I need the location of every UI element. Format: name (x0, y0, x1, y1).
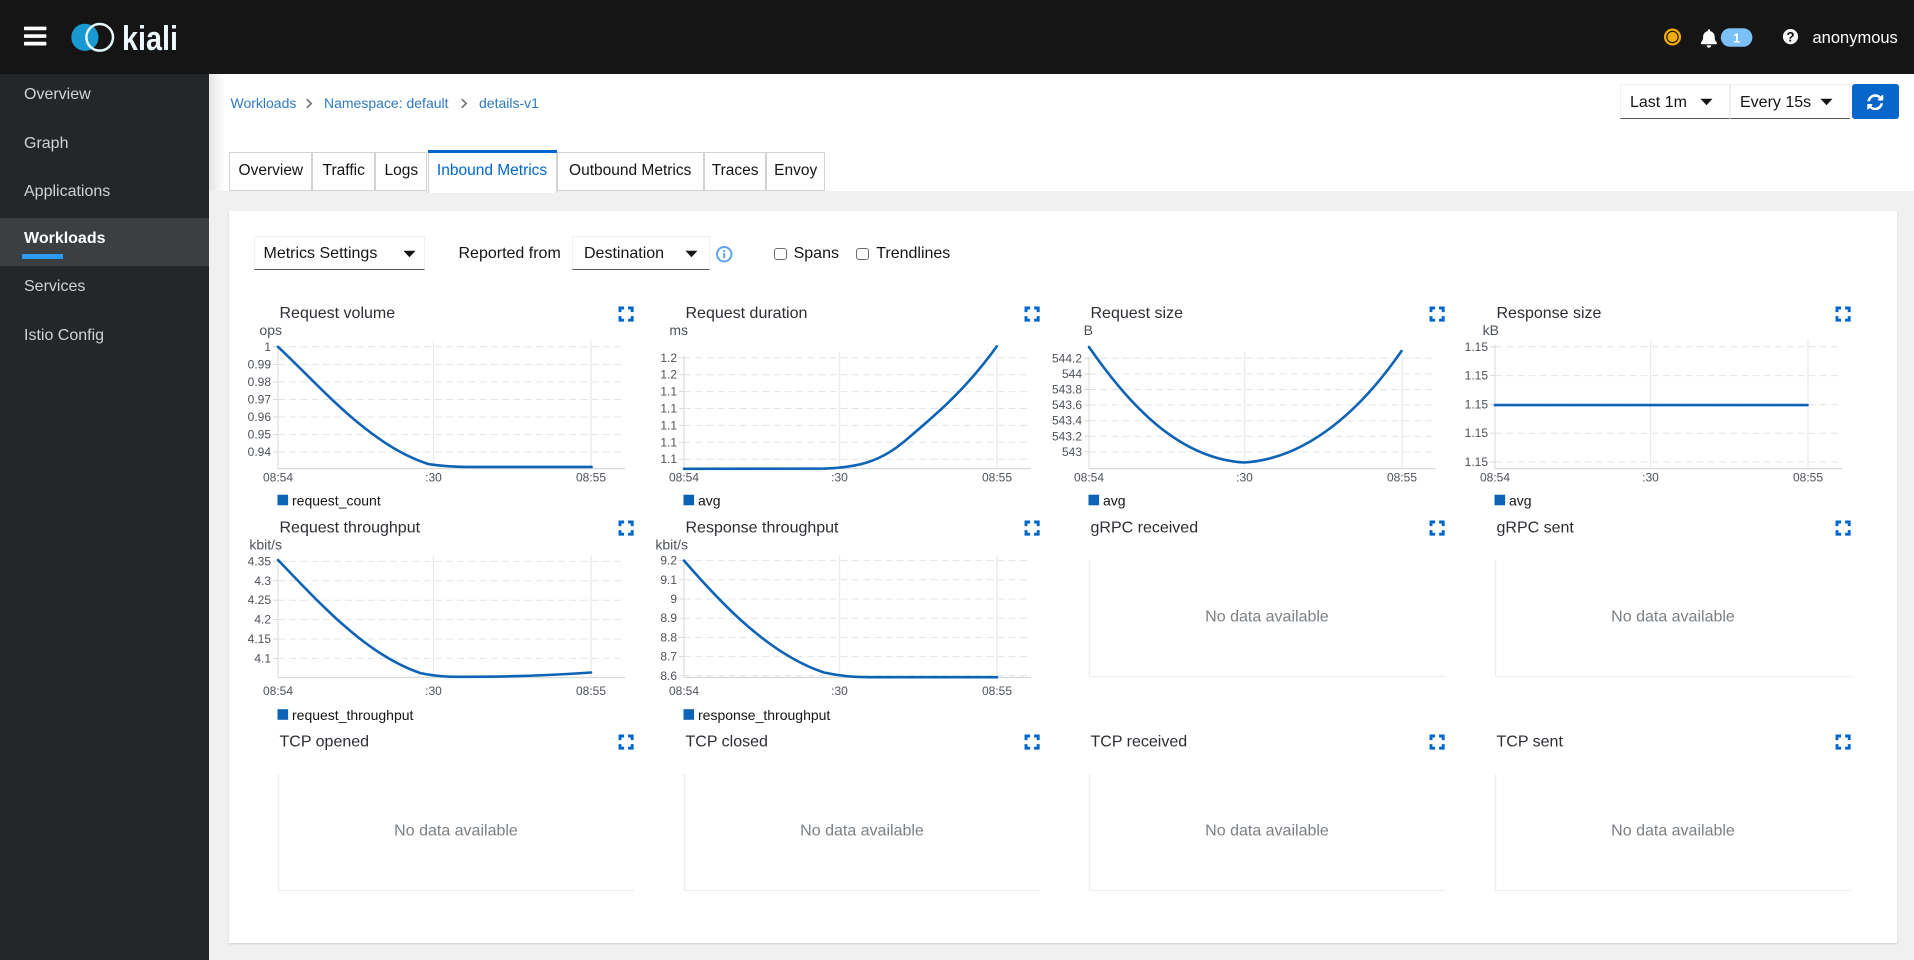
svg-text:Request duration: Request duration (685, 305, 807, 322)
svg-text:TCP sent: TCP sent (1496, 734, 1563, 751)
svg-text:4.25: 4.25 (248, 593, 272, 607)
svg-text:4.3: 4.3 (254, 574, 271, 588)
svg-text:08:54: 08:54 (1074, 471, 1104, 485)
svg-text:ops: ops (259, 322, 282, 338)
svg-text:1.1: 1.1 (660, 452, 677, 466)
svg-text::30: :30 (831, 684, 848, 698)
svg-text:8.7: 8.7 (660, 650, 677, 664)
svg-text:1.15: 1.15 (1464, 397, 1488, 411)
svg-text:4.15: 4.15 (248, 632, 272, 646)
svg-text:0.95: 0.95 (248, 428, 272, 442)
svg-text:1.15: 1.15 (1464, 369, 1488, 383)
svg-text:TCP opened: TCP opened (280, 734, 370, 751)
svg-text:08:55: 08:55 (576, 471, 606, 485)
svg-text:TCP closed: TCP closed (685, 734, 767, 751)
svg-text:1.2: 1.2 (660, 351, 677, 365)
svg-text::30: :30 (831, 471, 848, 485)
svg-text:9.1: 9.1 (660, 573, 677, 587)
svg-text:08:54: 08:54 (668, 684, 698, 698)
svg-text:1.1: 1.1 (660, 435, 677, 449)
svg-text:No data available: No data available (1205, 823, 1329, 840)
svg-text:08:54: 08:54 (1479, 471, 1509, 485)
svg-text:avg: avg (698, 493, 721, 509)
svg-text:Response throughput: Response throughput (685, 520, 839, 537)
svg-text:1.2: 1.2 (660, 368, 677, 382)
svg-text:1.15: 1.15 (1464, 340, 1488, 354)
svg-text:543.4: 543.4 (1052, 414, 1082, 428)
svg-text:TCP received: TCP received (1091, 734, 1188, 751)
svg-text:kbit/s: kbit/s (655, 537, 688, 553)
svg-text:No data available: No data available (394, 823, 518, 840)
svg-text:8.9: 8.9 (660, 611, 677, 625)
svg-text:0.96: 0.96 (248, 410, 272, 424)
svg-text:kbit/s: kbit/s (249, 537, 282, 553)
svg-text::30: :30 (425, 684, 442, 698)
svg-text:543: 543 (1062, 445, 1082, 459)
svg-text:08:55: 08:55 (576, 684, 606, 698)
svg-text:request_count: request_count (292, 493, 381, 509)
svg-text:08:54: 08:54 (263, 471, 293, 485)
svg-text:B: B (1084, 322, 1093, 338)
svg-text:kiali: kiali (122, 20, 178, 58)
svg-text:543.6: 543.6 (1052, 398, 1082, 412)
svg-text:4.2: 4.2 (254, 613, 271, 627)
svg-text:Response size: Response size (1496, 305, 1601, 322)
svg-text:anonymous: anonymous (1813, 29, 1898, 47)
svg-text:gRPC received: gRPC received (1091, 520, 1199, 537)
svg-text:No data available: No data available (1205, 609, 1329, 626)
svg-text:No data available: No data available (1611, 823, 1735, 840)
svg-text:0.98: 0.98 (248, 375, 272, 389)
svg-text::30: :30 (425, 471, 442, 485)
svg-text:8.6: 8.6 (660, 669, 677, 683)
svg-text:1: 1 (1733, 30, 1740, 45)
svg-text:08:55: 08:55 (981, 471, 1011, 485)
svg-text:1.1: 1.1 (660, 385, 677, 399)
svg-text:4.1: 4.1 (254, 651, 271, 665)
svg-text:No data available: No data available (1611, 609, 1735, 626)
svg-text:avg: avg (1103, 493, 1126, 509)
svg-text:08:55: 08:55 (1792, 471, 1822, 485)
svg-text:9.2: 9.2 (660, 554, 677, 568)
svg-text:?: ? (1786, 30, 1794, 45)
svg-text:543.8: 543.8 (1052, 383, 1082, 397)
svg-text:544: 544 (1062, 367, 1082, 381)
svg-text:ms: ms (669, 322, 688, 338)
svg-text:kB: kB (1482, 322, 1498, 338)
svg-text:4.35: 4.35 (248, 554, 272, 568)
svg-text:Request volume: Request volume (280, 305, 396, 322)
svg-text:request_throughput: request_throughput (292, 707, 414, 723)
svg-text:1.1: 1.1 (660, 402, 677, 416)
svg-text:response_throughput: response_throughput (698, 707, 830, 723)
svg-text:08:54: 08:54 (263, 684, 293, 698)
svg-text:Request throughput: Request throughput (280, 520, 421, 537)
svg-text:1: 1 (264, 340, 271, 354)
svg-text:08:55: 08:55 (1387, 471, 1417, 485)
svg-text:544.2: 544.2 (1052, 351, 1082, 365)
svg-text:0.94: 0.94 (248, 445, 272, 459)
svg-text:0.97: 0.97 (248, 393, 272, 407)
svg-text:1.1: 1.1 (660, 418, 677, 432)
svg-text:8.8: 8.8 (660, 630, 677, 644)
svg-text:0.99: 0.99 (248, 357, 272, 371)
svg-text:9: 9 (670, 592, 677, 606)
svg-text::30: :30 (1236, 471, 1253, 485)
svg-text:No data available: No data available (800, 823, 924, 840)
svg-text:avg: avg (1509, 493, 1532, 509)
svg-text:Request size: Request size (1091, 305, 1184, 322)
svg-text:gRPC sent: gRPC sent (1496, 520, 1574, 537)
svg-text:08:54: 08:54 (668, 471, 698, 485)
svg-text:08:55: 08:55 (981, 684, 1011, 698)
svg-text::30: :30 (1642, 471, 1659, 485)
svg-text:543.2: 543.2 (1052, 429, 1082, 443)
svg-text:1.15: 1.15 (1464, 455, 1488, 469)
svg-text:1.15: 1.15 (1464, 426, 1488, 440)
